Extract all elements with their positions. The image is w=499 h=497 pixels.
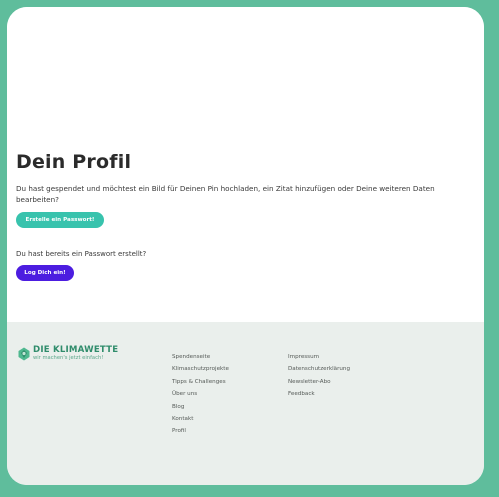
- password-question-text: Du hast bereits ein Passwort erstellt?: [16, 250, 147, 258]
- footer-links-main: Spendenseite Klimaschutzprojekte Tipps &…: [172, 351, 229, 438]
- footer-link-tipps-challenges[interactable]: Tipps & Challenges: [172, 376, 229, 388]
- footer-link-blog[interactable]: Blog: [172, 401, 229, 413]
- page-card: Dein Profil Du hast gespendet und möchte…: [7, 7, 484, 485]
- profile-section: Dein Profil Du hast gespendet und möchte…: [7, 7, 484, 322]
- footer-link-klimaschutzprojekte[interactable]: Klimaschutzprojekte: [172, 363, 229, 375]
- logo-name: DIE KLIMAWETTE: [33, 345, 119, 355]
- login-button[interactable]: Log Dich ein!: [16, 265, 74, 281]
- footer-link-ueber-uns[interactable]: Über uns: [172, 388, 229, 400]
- footer-link-feedback[interactable]: Feedback: [288, 388, 350, 400]
- footer-link-datenschutz[interactable]: Datenschutzerklärung: [288, 363, 350, 375]
- logo-tagline: wir machen's jetzt einfach!: [33, 355, 104, 361]
- footer-link-impressum[interactable]: Impressum: [288, 351, 350, 363]
- create-password-button[interactable]: Erstelle ein Passwort!: [16, 212, 104, 228]
- device-frame: Dein Profil Du hast gespendet und möchte…: [0, 0, 499, 497]
- footer-links-legal: Impressum Datenschutzerklärung Newslette…: [288, 351, 350, 401]
- footer-logo[interactable]: DIE KLIMAWETTE wir machen's jetzt einfac…: [17, 346, 118, 362]
- footer-link-newsletter[interactable]: Newsletter-Abo: [288, 376, 350, 388]
- profile-intro-text: Du hast gespendet und möchtest ein Bild …: [16, 184, 435, 204]
- globe-leaf-icon: [18, 347, 30, 361]
- footer: DIE KLIMAWETTE wir machen's jetzt einfac…: [7, 322, 484, 485]
- footer-link-kontakt[interactable]: Kontakt: [172, 413, 229, 425]
- footer-link-profil[interactable]: Profil: [172, 425, 229, 437]
- footer-link-spendenseite[interactable]: Spendenseite: [172, 351, 229, 363]
- page-title: Dein Profil: [16, 151, 132, 173]
